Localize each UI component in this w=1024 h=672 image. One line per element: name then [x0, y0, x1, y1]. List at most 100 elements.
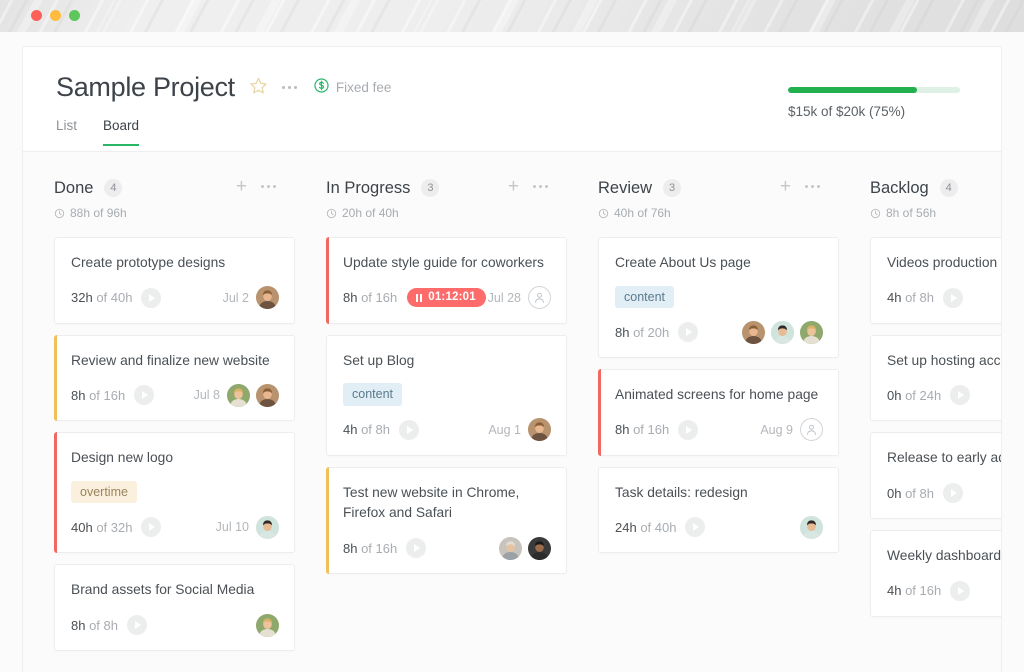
- start-timer-button[interactable]: [141, 517, 161, 537]
- task-card-footer: 4h of 8hAug 1: [343, 418, 551, 442]
- task-card-footer-right: Jul 8: [194, 384, 279, 407]
- task-card[interactable]: Test new website in Chrome, Firefox and …: [326, 467, 567, 574]
- minimize-window-button[interactable]: [50, 10, 61, 21]
- task-card[interactable]: Design new logo overtime 40h of 32h Jul 10: [54, 432, 295, 553]
- task-card-footer: 8h of 16hAug 9: [615, 418, 823, 442]
- start-timer-button[interactable]: [141, 288, 161, 308]
- running-timer-pill[interactable]: 01:12:01: [407, 288, 486, 307]
- task-hours-estimate: of 24h: [901, 388, 941, 403]
- column-card-count: 3: [421, 179, 439, 197]
- budget-label: $15k of $20k (75%): [788, 104, 960, 119]
- start-timer-button[interactable]: [678, 420, 698, 440]
- plus-icon[interactable]: +: [780, 177, 791, 196]
- task-card[interactable]: Brand assets for Social Media8h of 8h: [54, 564, 295, 651]
- avatar[interactable]: [528, 418, 551, 441]
- plus-icon[interactable]: +: [508, 177, 519, 196]
- task-card[interactable]: Create About Us pagecontent8h of 20h: [598, 237, 839, 358]
- task-card-footer-right: [742, 321, 823, 344]
- column-actions: +: [780, 177, 820, 196]
- task-card[interactable]: Review and finalize new website8h of 16h…: [54, 335, 295, 422]
- task-tag[interactable]: content: [615, 286, 674, 308]
- task-hours-estimate: of 20h: [629, 325, 669, 340]
- more-options-icon[interactable]: [533, 185, 548, 188]
- task-hours: 24h of 40h: [615, 520, 676, 535]
- avatar[interactable]: [256, 614, 279, 637]
- task-due-date: Jul 8: [194, 388, 220, 402]
- avatar[interactable]: [256, 384, 279, 407]
- start-timer-button[interactable]: [943, 288, 963, 308]
- task-card[interactable]: Update style guide for coworkers8h of 16…: [326, 237, 567, 324]
- avatar[interactable]: [742, 321, 765, 344]
- task-card[interactable]: Weekly dashboard4h of 16h: [870, 530, 1002, 617]
- task-card[interactable]: Task details: redesign24h of 40h: [598, 467, 839, 554]
- task-hours: 8h of 16h: [343, 290, 397, 305]
- start-timer-button[interactable]: [678, 322, 698, 342]
- card-priority-accent: [54, 432, 57, 553]
- unassigned-person-icon[interactable]: [800, 418, 823, 441]
- task-card[interactable]: Create prototype designs32h of 40hJul 2: [54, 237, 295, 324]
- task-tag[interactable]: overtime: [71, 481, 137, 503]
- unassigned-person-icon[interactable]: [528, 286, 551, 309]
- task-hours-logged: 8h: [615, 422, 629, 437]
- assignee-avatars: [528, 286, 551, 309]
- task-hours-logged: 40h: [71, 520, 93, 535]
- pause-icon: [416, 294, 422, 302]
- star-icon[interactable]: [249, 76, 268, 100]
- avatar[interactable]: [227, 384, 250, 407]
- start-timer-button[interactable]: [399, 420, 419, 440]
- task-hours-estimate: of 32h: [93, 520, 133, 535]
- avatar[interactable]: [256, 516, 279, 539]
- avatar[interactable]: [528, 537, 551, 560]
- task-card[interactable]: Set up Blogcontent4h of 8hAug 1: [326, 335, 567, 456]
- task-card-footer: 8h of 8h: [71, 613, 279, 637]
- avatar[interactable]: [800, 516, 823, 539]
- avatar[interactable]: [771, 321, 794, 344]
- task-card[interactable]: Set up hosting account0h of 24h: [870, 335, 1002, 422]
- task-due-date: Jul 28: [488, 291, 521, 305]
- tab-list[interactable]: List: [56, 119, 77, 146]
- tab-board[interactable]: Board: [103, 119, 139, 146]
- start-timer-button[interactable]: [406, 538, 426, 558]
- start-timer-button[interactable]: [134, 385, 154, 405]
- task-card-title: Review and finalize new website: [71, 351, 279, 372]
- task-card-footer-right: Jul 10: [216, 516, 279, 539]
- start-timer-button[interactable]: [943, 483, 963, 503]
- clock-icon: [326, 208, 337, 219]
- start-timer-button[interactable]: [950, 385, 970, 405]
- task-hours-logged: 0h: [887, 388, 901, 403]
- start-timer-button[interactable]: [950, 581, 970, 601]
- task-card[interactable]: Animated screens for home page8h of 16hA…: [598, 369, 839, 456]
- task-hours-estimate: of 40h: [93, 290, 133, 305]
- card-priority-accent: [326, 467, 329, 574]
- task-card-footer: 40h of 32h Jul 10: [71, 515, 279, 539]
- plus-icon[interactable]: +: [236, 177, 247, 196]
- more-options-icon[interactable]: [805, 185, 820, 188]
- task-hours-estimate: of 16h: [629, 422, 669, 437]
- assignee-avatars: [227, 384, 279, 407]
- start-timer-button[interactable]: [685, 517, 705, 537]
- more-options-icon[interactable]: [261, 185, 276, 188]
- zoom-window-button[interactable]: [69, 10, 80, 21]
- avatar[interactable]: [800, 321, 823, 344]
- task-card-footer: 24h of 40h: [615, 515, 823, 539]
- column-hours-summary: 8h of 56h: [870, 206, 1002, 220]
- task-hours-logged: 8h: [71, 388, 85, 403]
- more-options-icon[interactable]: [282, 86, 297, 89]
- fixed-fee-label: Fixed fee: [336, 80, 392, 95]
- task-card-title: Design new logo: [71, 448, 279, 469]
- task-card-footer: 0h of 8h: [887, 481, 1002, 505]
- task-card[interactable]: Videos production4h of 8h: [870, 237, 1002, 324]
- task-hours-estimate: of 8h: [901, 290, 934, 305]
- task-card[interactable]: Release to early adopters0h of 8h: [870, 432, 1002, 519]
- avatar[interactable]: [499, 537, 522, 560]
- avatar[interactable]: [256, 286, 279, 309]
- task-hours-estimate: of 16h: [357, 290, 397, 305]
- task-hours-estimate: of 8h: [357, 422, 390, 437]
- close-window-button[interactable]: [31, 10, 42, 21]
- start-timer-button[interactable]: [127, 615, 147, 635]
- column-card-count: 3: [663, 179, 681, 197]
- task-tag[interactable]: content: [343, 383, 402, 405]
- column-header: In Progress3+20h of 40h: [295, 179, 567, 220]
- project-header: Sample Project Fixed fee L: [23, 47, 1001, 151]
- play-icon: [958, 391, 964, 399]
